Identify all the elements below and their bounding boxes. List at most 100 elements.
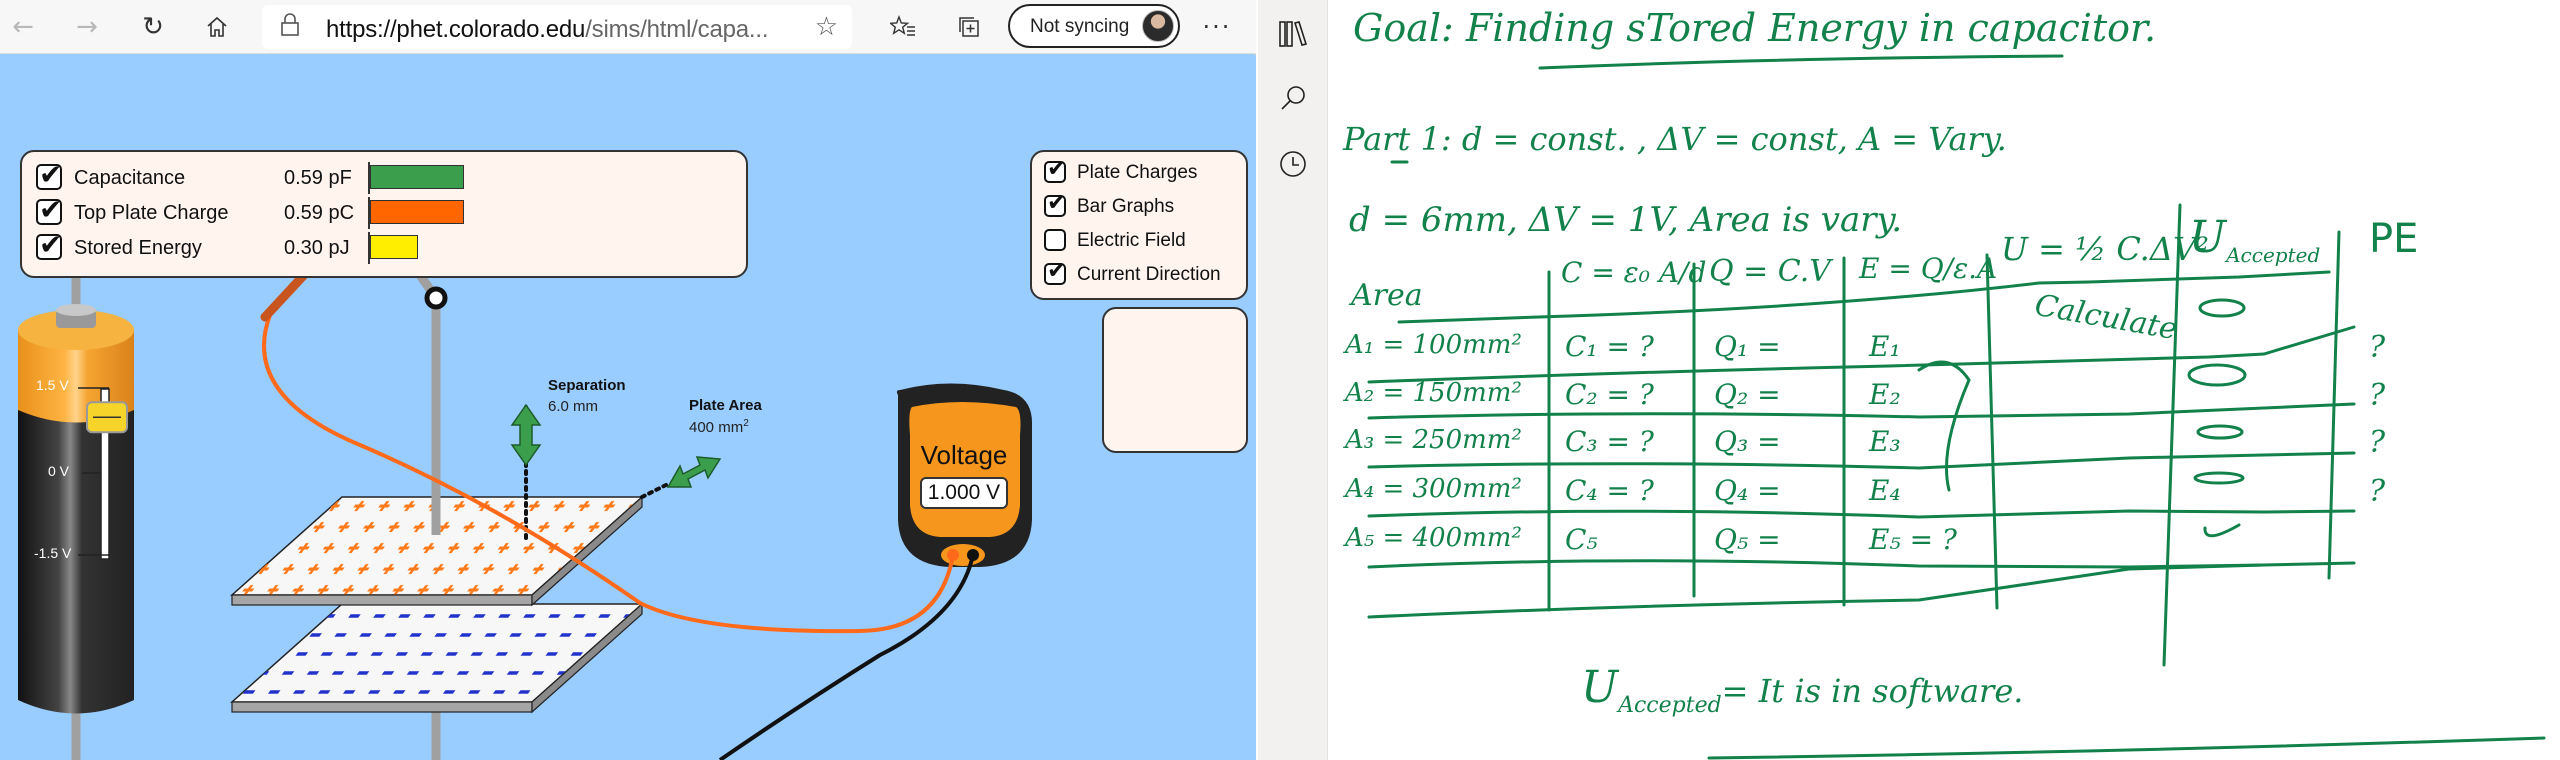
row-capacitance-cell: C₅ [1565,523,1598,556]
readout-row-capacitance: ✔ Capacitance 0.59 pF [36,158,736,194]
voltmeter[interactable] [896,383,1033,568]
row-area-cell: A₃ = 250mm² [1345,425,1522,455]
refresh-icon: ↻ [142,12,164,42]
option-plate-charges[interactable]: ✔ Plate Charges [1044,156,1244,188]
stored-energy-checkbox[interactable]: ✔ [36,228,62,261]
notes-nav-rail [1258,0,1328,760]
star-icon[interactable]: ☆ [815,12,838,42]
plate-charges-checkbox[interactable]: ✔ [1044,156,1066,183]
table-header-capacitance: C = ε₀ A/d [1561,256,1707,289]
readout-value: 0.30 pJ [284,237,350,259]
readout-label: Top Plate Charge [74,202,229,224]
option-label: Plate Charges [1077,162,1198,183]
bottom-plate[interactable] [230,602,644,714]
refresh-button[interactable]: ↻ [134,8,172,46]
ink-canvas[interactable]: Goal: Finding sTored Energy in capacitor… [1329,0,2560,760]
table-vline [2162,203,2182,667]
row-pe-cell: ? [2369,330,2386,365]
table-header-energy: U = ½ C.ΔV² [2001,230,2209,268]
bar-graph-readout-panel: ✔ Capacitance 0.59 pF ✔ Top Plate Charge… [20,150,748,278]
note-given-line: d = 6mm, ΔV = 1V, Area is vary. [1349,200,1903,240]
u-symbol: U [2189,212,2227,263]
option-current-direction[interactable]: ✔ Current Direction [1044,258,1244,290]
battery-zero-label: 0 V [48,463,70,479]
toolbox-panel [1102,307,1248,453]
checkmark-icon: ✔ [1047,156,1067,182]
option-label: Current Direction [1077,264,1221,285]
capacitance-checkbox[interactable]: ✔ [36,158,62,191]
sync-profile-button[interactable]: Not syncing [1008,4,1180,48]
battery-min-label: -1.5 V [34,545,72,561]
bar-graphs-checkbox[interactable]: ✔ [1044,190,1066,217]
row-field-cell: E₅ = ? [1869,523,1957,556]
home-button[interactable] [198,8,236,46]
plate-area-label: Plate Area [689,397,762,414]
stored-energy-bar [370,235,418,259]
table-header-area: Area [1351,278,1423,313]
more-button[interactable]: ··· [1198,8,1236,46]
forward-button[interactable]: → [68,8,106,46]
row-capacitance-cell: C₁ = ? [1565,330,1654,363]
more-icon: ··· [1202,13,1232,41]
notebooks-icon [1279,21,1308,47]
voltmeter-title: Voltage [920,440,1008,470]
row-capacitance-cell: C₄ = ? [1565,474,1654,507]
browser-window: ← → ↻ https://phet.colorado.edu/sims/htm… [0,0,1256,760]
plate-area-value: 400 mm2 [689,418,749,436]
favorites-list-icon [890,15,915,36]
collections-button[interactable] [950,8,988,46]
browser-toolbar: ← → ↻ https://phet.colorado.edu/sims/htm… [0,0,1256,54]
plate-area-drag-handle[interactable] [640,456,722,499]
battery[interactable] [18,304,134,714]
table-hline [1367,563,2266,619]
row-charge-cell: Q₂ = [1714,378,1781,411]
readout-label: Capacitance [74,167,186,189]
lock-icon [280,13,300,43]
accepted-oval [2187,363,2247,387]
address-bar[interactable]: https://phet.colorado.edu/sims/html/capa… [262,5,852,49]
row-field-cell: E₃ [1869,425,1901,458]
goal-underline [1538,54,2064,70]
electric-field-checkbox[interactable]: ✔ [1044,229,1066,251]
notebooks-button[interactable] [1273,14,1313,54]
top-plate-charge-bar [370,200,464,224]
option-electric-field[interactable]: ✔ Electric Field [1044,226,1244,256]
black-probe-wire [718,554,975,760]
table-hline [1367,509,2356,519]
recent-button[interactable] [1273,144,1313,184]
option-label: Electric Field [1077,230,1186,251]
url-text: https://phet.colorado.edu/sims/html/capa… [326,16,769,43]
footer-text: = It is in software. [1721,672,2024,710]
table-header-charge: Q = C.V [1709,254,1831,289]
row-charge-cell: Q₄ = [1714,474,1781,507]
back-button[interactable]: ← [4,8,42,46]
checkmark-icon: ✔ [1047,190,1067,216]
table-header-pe: PE [2369,216,2419,262]
search-button[interactable] [1273,78,1313,118]
separation-label: Separation [548,377,626,394]
switch-contact-top[interactable] [424,286,448,310]
current-direction-checkbox[interactable]: ✔ [1044,258,1066,285]
arrow-right-icon: → [76,12,98,42]
note-footer-line: UAccepted= It is in software. [1581,662,2023,718]
checkmark-icon: ✔ [1047,258,1067,284]
battery-max-label: 1.5 V [36,377,69,393]
bracket-stroke [1917,360,1971,492]
checkmark-icon: ✔ [39,158,63,191]
row-field-cell: E₂ [1869,378,1901,411]
row-field-cell: E₄ [1869,474,1901,507]
voltmeter-reading: 1.000 V [920,477,1008,509]
note-part1-line: Part 1: d = const. , ΔV = const, A = Var… [1343,120,2007,158]
readout-row-top-plate-charge: ✔ Top Plate Charge 0.59 pC [36,193,736,229]
plate-area-exponent: 2 [743,418,749,429]
row-field-cell: E₁ [1869,330,1901,363]
accepted-oval [2193,471,2245,485]
favorites-button[interactable] [884,8,922,46]
table-vline [1985,253,1999,610]
u-subscript: Accepted [2226,242,2321,267]
top-plate-charge-checkbox[interactable]: ✔ [36,193,62,226]
readout-value: 0.59 pF [284,167,352,189]
accepted-oval [2198,298,2246,318]
avatar [1142,10,1174,42]
option-bar-graphs[interactable]: ✔ Bar Graphs [1044,190,1244,222]
